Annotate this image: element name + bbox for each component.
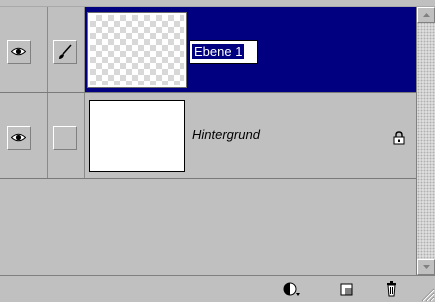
lock-icon (393, 131, 405, 145)
scroll-down-button[interactable] (417, 259, 435, 275)
visibility-toggle[interactable] (7, 40, 31, 64)
layer-link-cell[interactable] (48, 93, 85, 178)
delete-layer-button[interactable] (382, 280, 402, 298)
edit-toggle[interactable] (53, 40, 77, 64)
brush-icon (59, 44, 72, 59)
layer-visibility-cell[interactable] (0, 7, 48, 92)
arrow-up-icon (423, 13, 430, 17)
layers-toolbar (0, 275, 435, 302)
new-adjustment-layer-button[interactable] (282, 280, 302, 298)
new-layer-icon (340, 283, 353, 296)
layer-row-hintergrund[interactable]: Hintergrund (0, 93, 416, 179)
visibility-toggle[interactable] (7, 126, 31, 150)
edit-toggle[interactable] (53, 126, 77, 150)
new-layer-button[interactable] (337, 280, 357, 298)
layers-list: Ebene 1 Hintergrund (0, 7, 416, 275)
resize-grip-icon[interactable] (421, 288, 435, 302)
adjustment-layer-icon (283, 282, 300, 296)
layer-row-ebene-1[interactable]: Ebene 1 (0, 7, 416, 93)
trash-icon (387, 281, 396, 297)
layer-thumbnail[interactable] (87, 12, 187, 88)
layer-name-input[interactable]: Ebene 1 (189, 40, 258, 64)
panel-top-edge (0, 0, 435, 7)
vertical-scrollbar[interactable] (416, 7, 435, 275)
layer-name-label: Hintergrund (192, 127, 260, 142)
scroll-up-button[interactable] (417, 7, 435, 23)
layer-thumbnail[interactable] (89, 100, 185, 172)
layer-link-cell[interactable] (48, 7, 85, 92)
layer-name-value: Ebene 1 (192, 44, 245, 59)
eye-icon (11, 133, 26, 142)
arrow-down-icon (423, 265, 430, 269)
layer-visibility-cell[interactable] (0, 93, 48, 178)
eye-icon (11, 47, 26, 56)
layers-panel: Ebene 1 Hintergrund (0, 0, 435, 302)
